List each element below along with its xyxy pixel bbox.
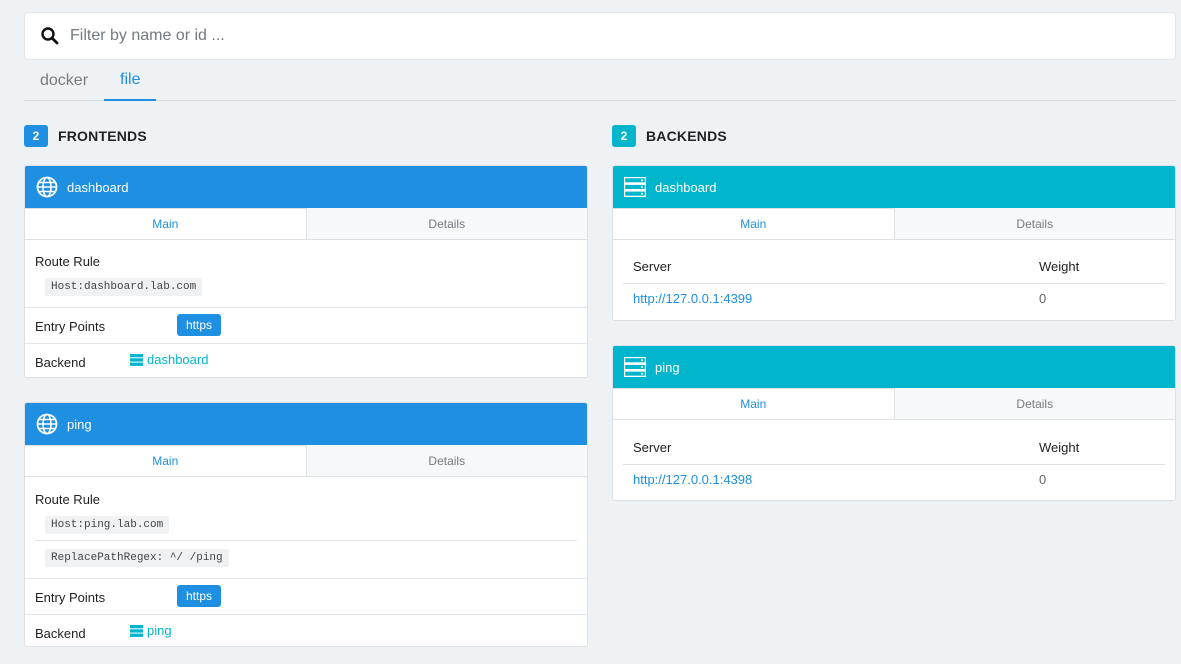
tab-main[interactable]: Main xyxy=(613,388,894,419)
entry-point-badge[interactable]: https xyxy=(177,314,222,336)
backend-card-header: ping xyxy=(613,346,1175,388)
entry-point-badge[interactable]: https xyxy=(177,585,222,607)
backend-link-label: dashboard xyxy=(147,352,209,367)
entry-points-row: Entry Points https xyxy=(25,307,587,343)
frontend-card-ping: ping Main Details Route Rule Host:ping.l… xyxy=(24,402,588,647)
frontend-card-tabs: Main Details xyxy=(25,445,587,477)
backends-title: BACKENDS xyxy=(646,128,727,144)
route-rule-label: Route Rule xyxy=(35,492,101,507)
backend-card-dashboard: dashboard Main Details Server Weight htt… xyxy=(612,165,1176,321)
servers-table: Server Weight http://127.0.0.1:4399 0 xyxy=(613,240,1175,320)
frontends-count-badge: 2 xyxy=(24,125,48,147)
tab-details[interactable]: Details xyxy=(305,208,587,239)
table-divider xyxy=(623,464,1165,465)
table-divider xyxy=(623,283,1165,284)
server-icon xyxy=(130,624,143,637)
server-icon xyxy=(623,175,647,199)
backends-header: 2 BACKENDS xyxy=(612,125,727,147)
weight-column-header: Weight xyxy=(1039,440,1080,455)
route-rule-value: Host:ping.lab.com xyxy=(45,516,170,534)
route-rule-label: Route Rule xyxy=(35,254,101,269)
backend-link[interactable]: ping xyxy=(130,623,172,638)
tab-main[interactable]: Main xyxy=(25,208,306,239)
server-url-link[interactable]: http://127.0.0.1:4399 xyxy=(633,291,752,306)
route-rule-section: Route Rule Host:ping.lab.com ReplacePath… xyxy=(25,477,587,578)
entry-points-row: Entry Points https xyxy=(25,578,587,614)
route-rule-value: Host:dashboard.lab.com xyxy=(45,278,203,296)
backend-link[interactable]: dashboard xyxy=(130,352,208,367)
search-icon xyxy=(40,26,60,46)
globe-icon xyxy=(35,412,59,436)
route-rule-section: Route Rule Host:dashboard.lab.com xyxy=(25,240,587,307)
entry-points-label: Entry Points xyxy=(35,590,106,605)
frontend-name: dashboard xyxy=(67,179,129,195)
globe-icon xyxy=(35,175,59,199)
server-weight: 0 xyxy=(1039,472,1047,487)
backend-label: Backend xyxy=(35,626,86,641)
route-rule-value: ReplacePathRegex: ^/ /ping xyxy=(45,549,229,567)
backend-name: dashboard xyxy=(655,179,717,195)
backend-row: Backend ping xyxy=(25,614,587,646)
tab-main[interactable]: Main xyxy=(613,208,894,239)
server-url-link[interactable]: http://127.0.0.1:4398 xyxy=(633,472,752,487)
server-icon xyxy=(623,355,647,379)
backend-label: Backend xyxy=(35,355,86,370)
server-icon xyxy=(130,353,143,366)
backend-card-ping: ping Main Details Server Weight http://1… xyxy=(612,345,1176,501)
frontend-card-tabs: Main Details xyxy=(25,208,587,240)
frontend-card-dashboard: dashboard Main Details Route Rule Host:d… xyxy=(24,165,588,378)
tab-details[interactable]: Details xyxy=(893,388,1175,419)
server-column-header: Server xyxy=(633,259,672,274)
backend-card-tabs: Main Details xyxy=(613,388,1175,420)
rule-divider xyxy=(35,540,577,541)
frontends-header: 2 FRONTENDS xyxy=(24,125,147,147)
frontend-card-header: dashboard xyxy=(25,166,587,208)
tab-file[interactable]: file xyxy=(104,60,157,101)
server-weight: 0 xyxy=(1039,291,1047,306)
frontends-title: FRONTENDS xyxy=(58,128,147,144)
frontend-name: ping xyxy=(67,416,92,432)
tab-main[interactable]: Main xyxy=(25,445,306,476)
search-bar xyxy=(24,12,1176,60)
server-column-header: Server xyxy=(633,440,672,455)
frontend-card-header: ping xyxy=(25,403,587,445)
entry-points-label: Entry Points xyxy=(35,319,106,334)
backend-card-tabs: Main Details xyxy=(613,208,1175,240)
backend-name: ping xyxy=(655,359,680,375)
tab-details[interactable]: Details xyxy=(305,445,587,476)
backend-row: Backend dashboard xyxy=(25,343,587,377)
tab-details[interactable]: Details xyxy=(893,208,1175,239)
backend-card-header: dashboard xyxy=(613,166,1175,208)
weight-column-header: Weight xyxy=(1039,259,1080,274)
backends-count-badge: 2 xyxy=(612,125,636,147)
search-input[interactable] xyxy=(70,27,1150,45)
provider-tabs: docker file xyxy=(24,60,1176,101)
tab-docker[interactable]: docker xyxy=(24,60,104,101)
backend-link-label: ping xyxy=(147,623,172,638)
servers-table: Server Weight http://127.0.0.1:4398 0 xyxy=(613,420,1175,500)
